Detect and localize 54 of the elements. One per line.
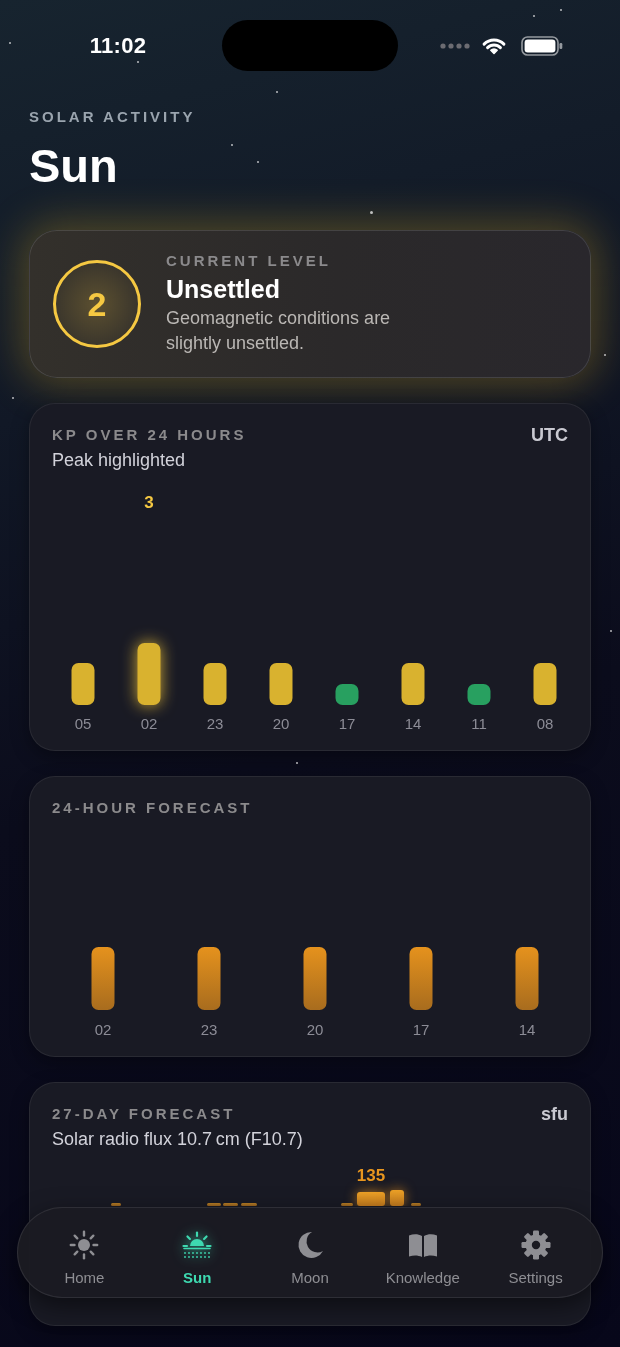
signal-icon <box>440 42 470 49</box>
page-title: Sun <box>29 140 118 192</box>
forecast-bar <box>197 947 221 1010</box>
sun-icon <box>68 1229 101 1261</box>
card-eyebrow: CURRENT LEVEL <box>166 252 331 270</box>
level-title: Unsettled <box>166 274 280 304</box>
forecast-bar <box>303 947 327 1010</box>
flux-bar <box>357 1192 385 1206</box>
level-badge: 2 <box>53 260 141 348</box>
hour-label: 05 <box>74 715 92 732</box>
hour-label: 23 <box>200 1021 218 1038</box>
hour-label: 11 <box>471 715 487 732</box>
unit-label: sfu <box>541 1105 568 1123</box>
forecast-bar <box>515 947 539 1010</box>
hour-label: 23 <box>206 715 224 732</box>
flux-bar <box>390 1190 404 1206</box>
sunrise-icon <box>181 1229 214 1261</box>
tab-item[interactable]: Moon <box>253 1208 367 1297</box>
flux-bar <box>207 1203 221 1206</box>
wifi-icon <box>481 36 507 55</box>
level-description: Geomagnetic conditions are slightly unsettled. <box>166 307 392 355</box>
hour-label: 14 <box>404 715 422 732</box>
card-title: 24-HOUR FORECAST <box>52 799 253 817</box>
star-dot <box>370 211 373 214</box>
flux-bar <box>241 1203 257 1206</box>
card-subtitle: Peak highlighted <box>52 449 186 471</box>
peak-value-label: 3 <box>144 493 154 512</box>
card-title: 27-DAY FORECAST <box>52 1105 236 1123</box>
flux-bar <box>411 1203 421 1206</box>
flux-bar <box>223 1203 238 1206</box>
tab-item[interactable]: Home <box>28 1208 141 1297</box>
tab-item[interactable]: Knowledge <box>366 1208 480 1297</box>
hour-label: 20 <box>272 715 290 732</box>
tab-item[interactable]: Settings <box>479 1208 592 1297</box>
peak-value-label: 135 <box>356 1166 386 1185</box>
card-subtitle: Solar radio flux 10.7 cm (F10.7) <box>52 1128 303 1150</box>
forecast-bar <box>91 947 115 1010</box>
flux-bar <box>111 1203 121 1206</box>
hour-label: 17 <box>338 715 356 732</box>
battery-icon <box>521 35 563 56</box>
flux-bar <box>341 1203 353 1206</box>
unit-label: UTC <box>531 426 568 444</box>
hour-label: 02 <box>94 1021 112 1038</box>
status-time: 11:02 <box>89 32 147 59</box>
tab-item[interactable]: Sun <box>140 1208 254 1297</box>
section-eyebrow: SOLAR ACTIVITY <box>29 108 196 126</box>
gear-icon <box>519 1229 552 1261</box>
hour-label: 20 <box>306 1021 324 1038</box>
forecast-bar <box>409 947 433 1010</box>
hour-label: 17 <box>412 1021 430 1038</box>
hour-label: 02 <box>140 715 158 732</box>
hour-label: 08 <box>536 715 554 732</box>
hour-label: 14 <box>518 1021 536 1038</box>
card-title: KP OVER 24 HOURS <box>52 426 247 444</box>
